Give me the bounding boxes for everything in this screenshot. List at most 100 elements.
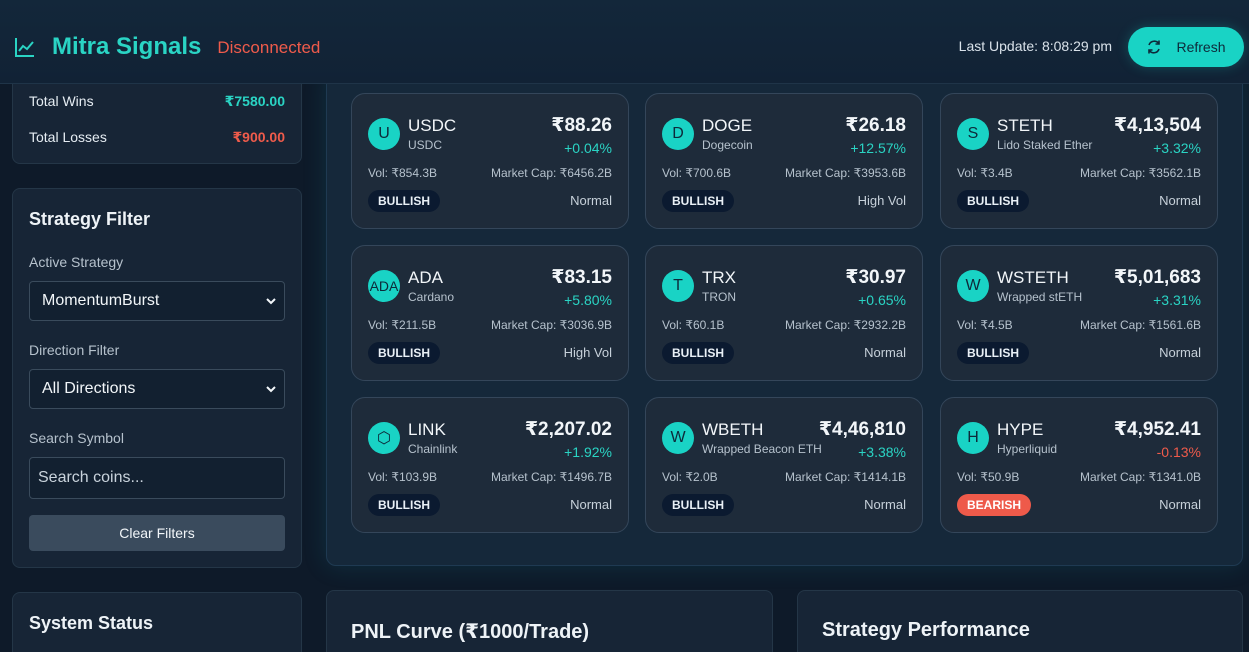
strategy-select[interactable]: MomentumBurst [29,281,285,321]
coin-market-cap: Market Cap: ₹3036.9B [490,318,612,332]
coin-volume: Vol: ₹50.9B [957,470,1020,484]
coin-card[interactable]: ADA ADA Cardano ₹83.15 +5.80% Vol: ₹211.5B Mar… [351,245,629,381]
coin-symbol: LINK [408,420,446,439]
system-status-panel: System Status [12,592,302,652]
coin-price: ₹5,01,683 [1113,267,1201,288]
coin-volume: Vol: ₹211.5B [368,318,437,332]
signal-badge: BEARISH [957,494,1032,516]
coin-name: Wrapped Beacon ETH [702,442,822,456]
chevron-down-icon [266,298,276,305]
coin-icon: W [957,270,989,302]
coin-change: +1.92% [564,444,612,460]
volatility-label: Normal [570,497,612,512]
refresh-button[interactable]: Refresh [1128,27,1244,67]
coin-price: ₹83.15 [551,267,612,288]
coin-symbol: ADA [408,268,443,287]
signal-badge: BULLISH [662,190,734,212]
wins-value: ₹7580.00 [224,93,285,109]
strategy-filter-panel: Strategy Filter Active Strategy Momentum… [12,188,302,568]
brand-title: Mitra Signals [52,32,202,60]
top-header: Mitra Signals Disconnected Last Update: … [0,0,1249,84]
coin-name: Chainlink [408,442,458,456]
signal-badge: BULLISH [368,190,440,212]
strategy-performance-title: Strategy Performance [822,619,1030,641]
coin-icon: H [957,422,989,454]
coin-change: +3.38% [858,444,906,460]
coin-icon: W [662,422,694,454]
coin-symbol: DOGE [702,116,753,135]
direction-label: Direction Filter [29,342,120,358]
signal-badge: BULLISH [957,190,1029,212]
coin-card[interactable]: D DOGE Dogecoin ₹26.18 +12.57% Vol: ₹700.6B Ma… [645,93,923,229]
direction-selected-value: All Directions [42,380,136,397]
coin-market-cap: Market Cap: ₹1414.1B [784,470,906,484]
signal-badge: BULLISH [368,494,440,516]
coin-volume: Vol: ₹854.3B [368,166,438,180]
coin-symbol: WSTETH [997,268,1069,287]
pnl-curve-panel: PNL Curve (₹1000/Trade) [326,590,773,652]
coin-name: Wrapped stETH [997,290,1083,304]
volatility-label: Normal [1159,345,1201,360]
pnl-curve-title: PNL Curve (₹1000/Trade) [351,621,590,643]
coin-price: ₹4,46,810 [818,419,906,440]
volatility-label: Normal [570,193,612,208]
coin-price: ₹88.26 [551,115,612,136]
coin-name: Cardano [408,290,455,304]
filter-title: Strategy Filter [29,209,151,229]
volatility-label: High Vol [563,345,612,360]
coin-price: ₹2,207.02 [524,419,612,440]
clear-filters-button[interactable]: Clear Filters [29,515,285,551]
losses-value: ₹900.00 [232,129,285,145]
coin-card[interactable]: H HYPE Hyperliquid ₹4,952.41 -0.13% Vol: ₹50.… [940,397,1218,533]
coin-card[interactable]: U USDC USDC ₹88.26 +0.04% Vol: ₹854.3B Market … [351,93,629,229]
coin-card[interactable]: W WSTETH Wrapped stETH ₹5,01,683 +3.31% Vol: … [940,245,1218,381]
direction-select[interactable]: All Directions [29,369,285,409]
signal-badge: BULLISH [662,494,734,516]
coin-name: Hyperliquid [997,442,1058,456]
coin-price: ₹26.18 [845,115,906,136]
wins-row: Total Wins ₹7580.00 [29,93,285,110]
coin-icon: ADA [368,270,400,302]
coin-name: Lido Staked Ether [997,138,1093,152]
coin-symbol: TRX [702,268,736,287]
coin-icon: ⬡ [368,422,400,454]
coin-market-cap: Market Cap: ₹3953.6B [784,166,906,180]
volatility-label: Normal [864,497,906,512]
coin-change: +5.80% [564,292,612,308]
system-status-title: System Status [29,613,154,633]
signal-badge: BULLISH [368,342,440,364]
coin-volume: Vol: ₹2.0B [662,470,718,484]
coin-symbol: HYPE [997,420,1044,439]
coin-volume: Vol: ₹3.4B [957,166,1013,180]
search-input[interactable] [29,457,285,499]
app-page: Mitra Signals Disconnected Last Update: … [0,0,1249,652]
coin-card[interactable]: S STETH Lido Staked Ether ₹4,13,504 +3.32% Vo… [940,93,1218,229]
volatility-label: Normal [864,345,906,360]
coin-market-cap: Market Cap: ₹2932.2B [784,318,906,332]
coin-card[interactable]: ⬡ LINK Chainlink ₹2,207.02 +1.92% Vol: ₹103.9… [351,397,629,533]
coin-icon: D [662,118,694,150]
strategy-performance-panel: Strategy Performance [797,590,1243,652]
coin-icon: U [368,118,400,150]
search-label: Search Symbol [29,430,124,446]
coin-volume: Vol: ₹4.5B [957,318,1013,332]
coin-change: +3.31% [1153,292,1201,308]
connection-status: Disconnected [217,37,321,57]
coin-card[interactable]: W WBETH Wrapped Beacon ETH ₹4,46,810 +3.38% V… [645,397,923,533]
coin-card[interactable]: T TRX TRON ₹30.97 +0.65% Vol: ₹60.1B Market Ca… [645,245,923,381]
signal-badge: BULLISH [957,342,1029,364]
coin-icon: S [957,118,989,150]
market-grid: U USDC USDC ₹88.26 +0.04% Vol: ₹854.3B Market … [326,70,1243,566]
coin-name: TRON [702,290,736,304]
chevron-down-icon [266,386,276,393]
coin-icon: T [662,270,694,302]
coin-volume: Vol: ₹700.6B [662,166,732,180]
coin-price: ₹30.97 [845,267,906,288]
coin-volume: Vol: ₹103.9B [368,470,438,484]
coin-change: -0.13% [1156,444,1201,460]
losses-row: Total Losses ₹900.00 [29,129,285,146]
strategy-selected-value: MomentumBurst [42,292,160,309]
refresh-icon [1148,40,1161,54]
losses-label: Total Losses [29,129,107,145]
strategy-label: Active Strategy [29,254,124,270]
